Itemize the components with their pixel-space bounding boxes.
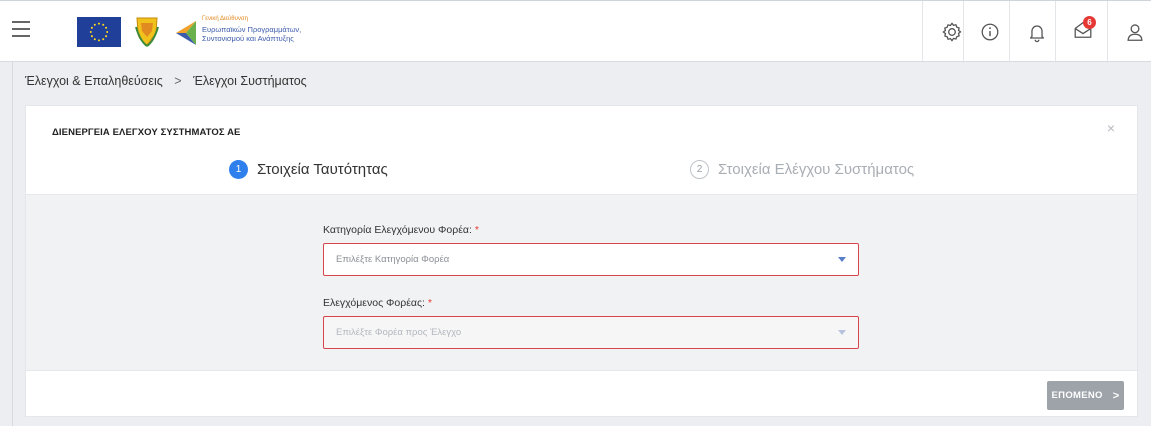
next-label: ΕΠΟΜΕΝΟ: [1051, 390, 1103, 401]
menu-icon[interactable]: [12, 21, 30, 37]
info-icon[interactable]: [979, 21, 1001, 43]
caret-down-icon: [838, 257, 846, 262]
brand-line-3: Συντονισμού και Ανάπτυξης: [202, 34, 294, 43]
bell-icon[interactable]: [1026, 21, 1048, 43]
eu-flag-logo: [77, 17, 121, 47]
notification-badge: 6: [1083, 16, 1096, 29]
category-placeholder: Επιλέξτε Κατηγορία Φορέα: [336, 254, 450, 265]
header-divider: [963, 1, 964, 63]
required-mark: *: [474, 224, 479, 236]
directorate-logo: Γενική Διεύθυνση Ευρωπαϊκών Προγραμμάτων…: [174, 15, 324, 51]
required-mark: *: [427, 297, 432, 309]
category-select[interactable]: Επιλέξτε Κατηγορία Φορέα: [323, 243, 859, 276]
panel-title: ΔΙΕΝΕΡΓΕΙΑ ΕΛΕΓΧΟΥ ΣΥΣΤΗΜΑΤΟΣ ΑΕ: [52, 127, 241, 138]
user-icon[interactable]: [1124, 21, 1146, 43]
step-label: Στοιχεία Ταυτότητας: [257, 161, 388, 178]
system-check-panel: ΔΙΕΝΕΡΓΕΙΑ ΕΛΕΓΧΟΥ ΣΥΣΤΗΜΑΤΟΣ ΑΕ × 1 Στο…: [25, 105, 1138, 417]
close-icon[interactable]: ×: [1107, 121, 1115, 135]
caret-down-icon: [838, 330, 846, 335]
step-identity[interactable]: 1 Στοιχεία Ταυτότητας: [229, 160, 388, 179]
brand-line-1: Γενική Διεύθυνση: [202, 16, 248, 22]
header-divider: [922, 1, 923, 63]
form-area: Κατηγορία Ελεγχόμενου Φορέα: * Επιλέξτε …: [26, 194, 1137, 371]
category-label: Κατηγορία Ελεγχόμενου Φορέα: *: [323, 224, 479, 236]
brand-line-2: Ευρωπαϊκών Προγραμμάτων,: [202, 24, 302, 34]
top-header: Γενική Διεύθυνση Ευρωπαϊκών Προγραμμάτων…: [0, 0, 1151, 63]
chevron-right-icon: >: [1112, 389, 1120, 402]
breadcrumb-item-checks[interactable]: Έλεγχοι & Επαληθεύσεις: [25, 74, 163, 88]
header-divider: [1009, 1, 1010, 63]
entity-placeholder: Επιλέξτε Φορέα προς Έλεγχο: [336, 327, 462, 338]
cyprus-emblem-logo: [134, 15, 160, 47]
breadcrumb-separator: >: [174, 74, 182, 88]
step-number: 2: [690, 160, 709, 179]
step-number: 1: [229, 160, 248, 179]
breadcrumb: Έλεγχοι & Επαληθεύσεις > Έλεγχοι Συστήμα…: [25, 74, 307, 88]
next-button[interactable]: ΕΠΟΜΕΝΟ >: [1047, 381, 1124, 410]
step-system-check[interactable]: 2 Στοιχεία Ελέγχου Συστήματος: [690, 160, 914, 179]
entity-select[interactable]: Επιλέξτε Φορέα προς Έλεγχο: [323, 316, 859, 349]
step-label: Στοιχεία Ελέγχου Συστήματος: [718, 161, 915, 178]
header-divider: [1055, 1, 1056, 63]
entity-label: Ελεγχόμενος Φορέας: *: [323, 297, 432, 309]
header-divider: [1107, 1, 1108, 63]
breadcrumb-item-system-checks[interactable]: Έλεγχοι Συστήματος: [193, 74, 307, 88]
settings-icon[interactable]: [941, 21, 963, 43]
